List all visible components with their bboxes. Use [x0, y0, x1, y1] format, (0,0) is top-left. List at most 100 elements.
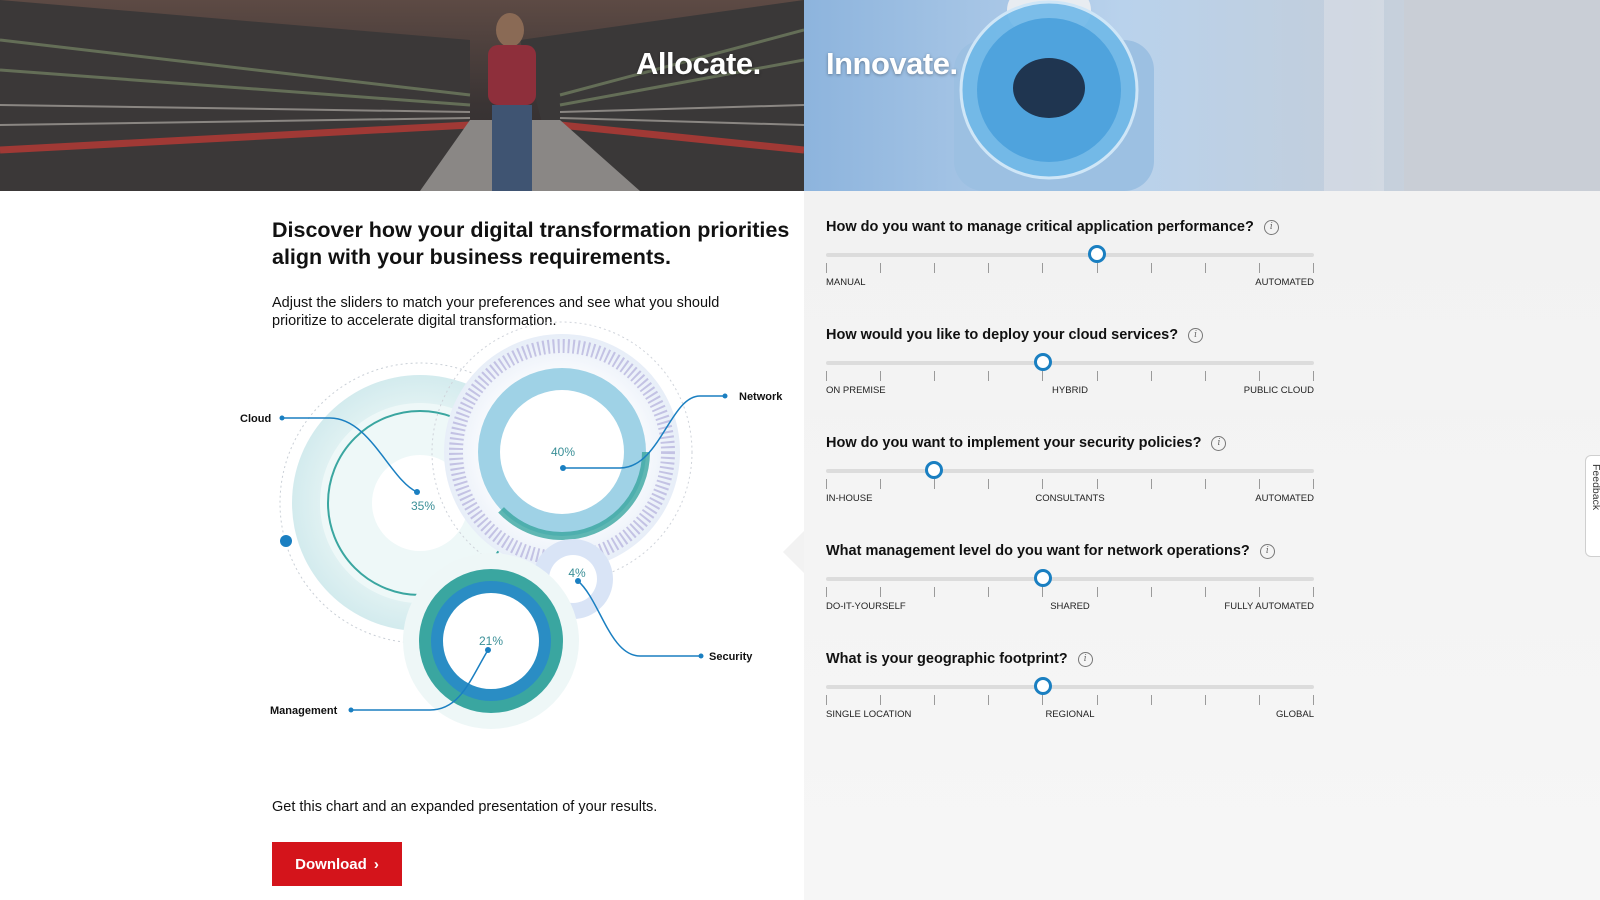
page-headline: Discover how your digital transformation… [272, 218, 790, 269]
slider-track[interactable] [826, 361, 1314, 365]
slider-tick [934, 263, 935, 273]
slider-track[interactable] [826, 577, 1314, 581]
hero-word-innovate: Innovate. [826, 46, 958, 81]
slider-tick [1259, 371, 1260, 381]
slider-tick [988, 371, 989, 381]
slider-max-label: Fully Automated [1224, 601, 1314, 612]
info-icon[interactable]: i [1077, 651, 1093, 667]
slider-thumb[interactable] [1034, 677, 1052, 695]
slider-tick [826, 371, 827, 381]
management-percent: 21% [479, 634, 503, 648]
slider-tick [1313, 263, 1314, 273]
question-cloud-deployment: How would you like to deploy your cloud … [826, 325, 1316, 396]
slider-mid-label: Consultants [1035, 493, 1105, 504]
slider-ticks [826, 263, 1314, 275]
slider-tick [1042, 371, 1043, 381]
hero-word-allocate: Allocate. [636, 46, 761, 81]
slider-track[interactable] [826, 685, 1314, 689]
slider-tick [1259, 479, 1260, 489]
slider-max-label: Public Cloud [1243, 385, 1314, 396]
factory-illustration [0, 0, 804, 191]
slider-ticks [826, 479, 1314, 491]
slider-mid-label: Hybrid [1052, 385, 1088, 396]
slider-tick [826, 587, 827, 597]
slider-ticks [826, 587, 1314, 599]
slider-tick [988, 479, 989, 489]
feedback-tab[interactable]: Feedback [1585, 455, 1600, 557]
question-title: How would you like to deploy your cloud … [826, 327, 1179, 343]
slider-ticks [826, 371, 1314, 383]
chevron-right-icon: › [373, 855, 379, 873]
slider-tick [1042, 695, 1043, 705]
slider-tick [1205, 695, 1206, 705]
slider-max-label: Automated [1255, 493, 1314, 504]
slider-tick [1042, 263, 1043, 273]
slider-thumb[interactable] [1034, 353, 1052, 371]
slider-tick [988, 587, 989, 597]
question-title: How do you want to manage critical appli… [826, 219, 1254, 235]
cloud-label: Cloud [240, 413, 271, 425]
slider-tick [880, 695, 881, 705]
slider-tick [1205, 587, 1206, 597]
slider-tick [1259, 695, 1260, 705]
question-security-policies: How do you want to implement your securi… [826, 433, 1316, 504]
slider-tick [1042, 479, 1043, 489]
network-label: Network [739, 391, 783, 403]
slider-tick [1259, 263, 1260, 273]
hero-banner: Allocate. Innovate. [0, 0, 1600, 191]
slider-tick [1097, 695, 1098, 705]
slider-tick [880, 587, 881, 597]
download-prompt: Get this chart and an expanded presentat… [272, 799, 658, 815]
slider-tick [1151, 695, 1152, 705]
slider-tick [1313, 587, 1314, 597]
slider-tick [1097, 479, 1098, 489]
slider-tick [988, 695, 989, 705]
slider-tick [1097, 371, 1098, 381]
slider-tick [1313, 695, 1314, 705]
slider-tick [1205, 479, 1206, 489]
slider-tick [934, 479, 935, 489]
question-title: How do you want to implement your securi… [826, 435, 1202, 451]
slider-tick [1151, 371, 1152, 381]
slider-max-label: Global [1275, 709, 1314, 720]
slider-tick [1042, 587, 1043, 597]
slider-tick [1313, 479, 1314, 489]
slider-thumb[interactable] [925, 461, 943, 479]
cloud-percent: 35% [411, 499, 435, 513]
info-icon[interactable]: i [1263, 219, 1279, 235]
slider-tick [826, 695, 827, 705]
slider-ticks [826, 695, 1314, 707]
question-app-performance: How do you want to manage critical appli… [826, 217, 1316, 288]
info-icon[interactable]: i [1259, 543, 1275, 559]
slider-tick [934, 371, 935, 381]
slider-tick [1097, 587, 1098, 597]
info-icon[interactable]: i [1211, 435, 1227, 451]
priority-chart-svg: 35% 40% 4% 21% Cloud Network Security Ma… [240, 321, 783, 729]
download-button[interactable]: Download › [272, 842, 402, 886]
slider-tick [880, 263, 881, 273]
slider-thumb[interactable] [1034, 569, 1052, 587]
question-network-management: What management level do you want for ne… [826, 541, 1316, 612]
slider-tick [1205, 263, 1206, 273]
slider-tick [934, 587, 935, 597]
priority-chart: 35% 40% 4% 21% Cloud Network Security Ma… [220, 300, 800, 770]
slider-tick [880, 479, 881, 489]
question-geographic-footprint: What is your geographic footprint? i Sing… [826, 649, 1316, 720]
hero-image-factory: Allocate. [0, 0, 804, 191]
hero-image-lab: Innovate. [804, 0, 1600, 191]
slider-track[interactable] [826, 469, 1314, 473]
slider-thumb[interactable] [1088, 245, 1106, 263]
slider-mid-label: Shared [1050, 601, 1090, 612]
slider-track[interactable] [826, 253, 1314, 257]
slider-tick [1151, 587, 1152, 597]
slider-tick [1259, 587, 1260, 597]
question-title: What management level do you want for ne… [826, 543, 1250, 559]
info-icon[interactable]: i [1188, 327, 1204, 343]
slider-min-label: On Premise [826, 385, 886, 396]
feedback-label: Feedback [1590, 464, 1600, 511]
slider-tick [1151, 479, 1152, 489]
slider-tick [880, 371, 881, 381]
slider-tick [1151, 263, 1152, 273]
lab-illustration [954, 0, 1600, 191]
slider-tick [826, 479, 827, 489]
